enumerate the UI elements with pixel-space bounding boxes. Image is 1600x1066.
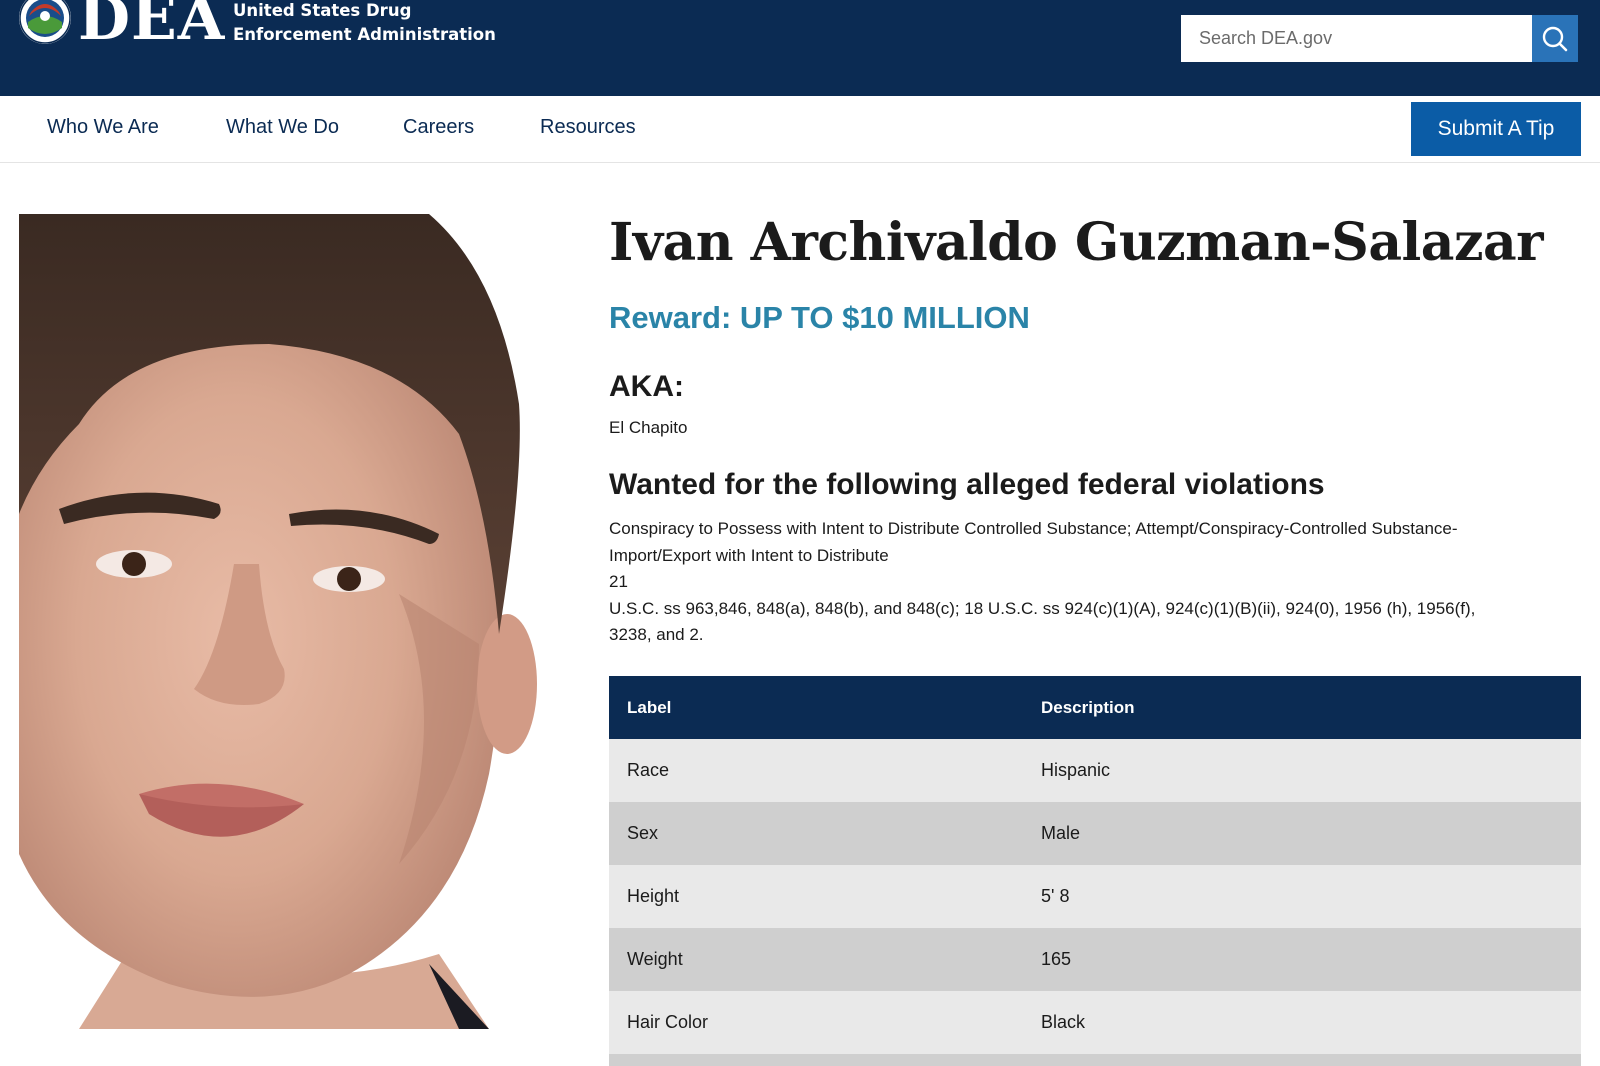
row-label: Weight [609,928,1023,991]
reward-amount: Reward: UP TO $10 MILLION [609,300,1030,335]
aka-heading: AKA: [609,370,684,403]
violations-line: 21 [609,572,628,591]
site-header: DEA United States Drug Enforcement Admin… [0,0,1600,96]
details-table: Label Description Race Hispanic Sex Male… [609,676,1581,1066]
row-description: 5' 8 [1023,865,1581,928]
violations-line: Import/Export with Intent to Distribute [609,545,889,565]
row-label: Race [609,739,1023,802]
row-label [609,1054,1023,1066]
nav-careers[interactable]: Careers [403,116,474,139]
column-header-label: Label [609,676,1023,739]
violations-line: 3238, and 2. [609,625,704,644]
fugitive-photo [19,214,559,1029]
agency-name: United States Drug Enforcement Administr… [233,1,496,44]
nav-what-we-do[interactable]: What We Do [226,116,339,139]
search-icon [1542,26,1568,51]
nav-who-we-are[interactable]: Who We Are [47,116,159,139]
row-description: 165 [1023,928,1581,991]
dea-wordmark[interactable]: DEA [78,0,225,52]
search-button[interactable] [1532,15,1578,62]
table-row: Sex Male [609,802,1581,865]
table-row [609,1054,1581,1066]
row-label: Sex [609,802,1023,865]
violations-line: U.S.C. ss 963,846, 848(a), 848(b), and 8… [609,598,1476,618]
main-nav: Who We Are What We Do Careers Resources … [0,96,1600,163]
nav-resources[interactable]: Resources [540,116,636,139]
table-row: Race Hispanic [609,739,1581,802]
violations-line: Conspiracy to Possess with Intent to Dis… [609,519,1458,538]
table-row: Hair Color Black [609,991,1581,1054]
table-header-row: Label Description [609,676,1581,739]
aka-value: El Chapito [609,418,688,437]
violations-text: Conspiracy to Possess with Intent to Dis… [609,516,1584,649]
row-description: Male [1023,802,1581,865]
row-label: Hair Color [609,991,1023,1054]
dea-seal-icon[interactable] [19,0,71,44]
fugitive-name: Ivan Archivaldo Guzman-Salazar [609,212,1544,273]
row-description: Hispanic [1023,739,1581,802]
row-label: Height [609,865,1023,928]
search-input[interactable] [1181,15,1532,62]
table-row: Height 5' 8 [609,865,1581,928]
submit-tip-button[interactable]: Submit A Tip [1411,102,1581,156]
row-description [1023,1054,1581,1066]
row-description: Black [1023,991,1581,1054]
column-header-description: Description [1023,676,1581,739]
violations-heading: Wanted for the following alleged federal… [609,468,1325,501]
table-row: Weight 165 [609,928,1581,991]
